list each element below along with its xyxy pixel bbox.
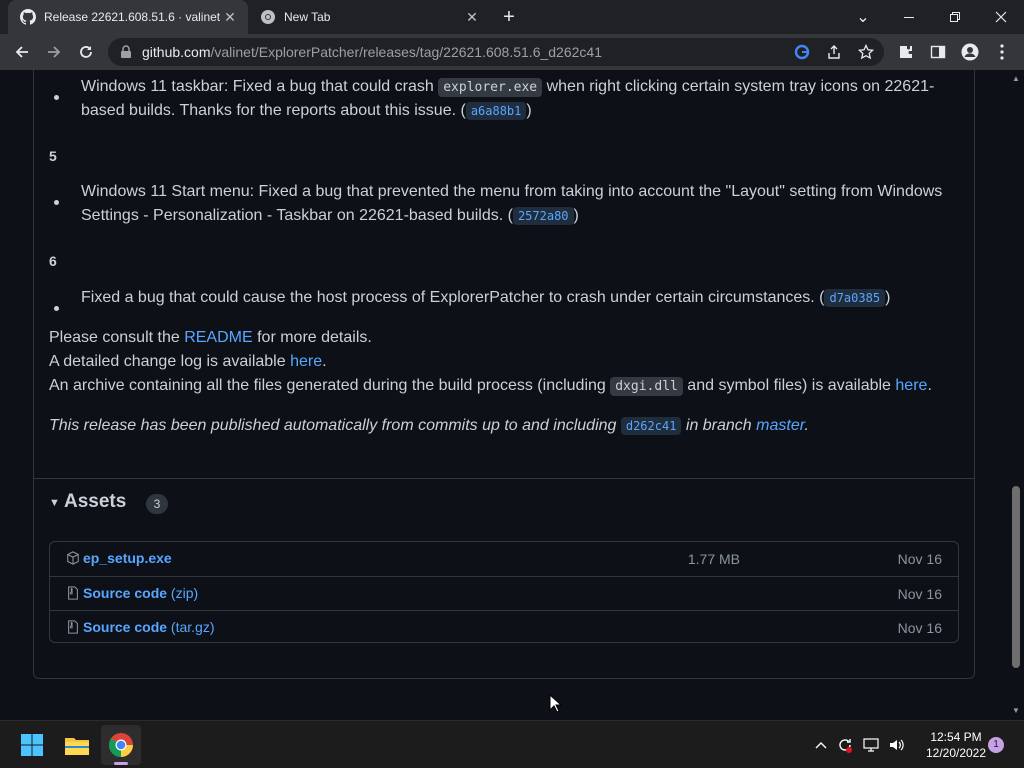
side-panel-icon[interactable]	[924, 38, 952, 66]
bullet	[54, 95, 59, 100]
file-zip-icon	[68, 620, 78, 634]
page-content: Windows 11 taskbar: Fixed a bug that cou…	[0, 70, 1008, 720]
caret-down-icon[interactable]: ▼	[49, 497, 60, 509]
tab-search-icon[interactable]: ⌄	[840, 0, 886, 34]
lock-icon[interactable]	[120, 45, 132, 59]
clock-date: 12/20/2022	[925, 746, 987, 760]
asset-link[interactable]: Source code (zip)	[83, 585, 198, 601]
release-note-item: Windows 11 taskbar: Fixed a bug that cou…	[81, 78, 935, 97]
commit-link[interactable]: d262c41	[620, 417, 682, 435]
windows-taskbar: 12:54 PM 12/20/2022 1	[0, 720, 1024, 768]
bookmark-star-icon[interactable]	[856, 42, 876, 62]
close-icon[interactable]: ✕	[462, 7, 482, 27]
archive-link[interactable]: here	[895, 377, 927, 394]
asset-size: 1.77 MB	[687, 551, 740, 567]
system-clock[interactable]: 12:54 PM 12/20/2022	[916, 729, 996, 761]
commit-link[interactable]: 2572a80	[512, 207, 574, 225]
page-scrollbar[interactable]: ▲ ▼	[1008, 70, 1024, 720]
reload-icon[interactable]	[72, 38, 100, 66]
scrollbar-thumb[interactable]	[1012, 486, 1020, 668]
tab-title: Release 22621.608.51.6 · valinet/E	[44, 10, 220, 24]
assets-count-badge: 3	[146, 494, 168, 514]
code-dxgi-dll: dxgi.dll	[610, 377, 683, 396]
release-card: Windows 11 taskbar: Fixed a bug that cou…	[33, 70, 975, 679]
active-indicator	[114, 762, 128, 765]
address-bar[interactable]: github.com/valinet/ExplorerPatcher/relea…	[108, 38, 884, 66]
tab-release[interactable]: Release 22621.608.51.6 · valinet/E ✕	[8, 0, 248, 34]
volume-icon[interactable]	[888, 736, 906, 754]
tab-strip: Release 22621.608.51.6 · valinet/E ✕ New…	[0, 0, 1024, 34]
file-zip-icon	[68, 586, 78, 600]
tab-new-tab[interactable]: New Tab ✕	[250, 0, 490, 34]
update-sync-icon[interactable]	[836, 736, 854, 754]
asset-link[interactable]: ep_setup.exe	[83, 550, 172, 566]
windows-start-icon[interactable]	[12, 725, 52, 765]
restore-icon[interactable]	[932, 0, 978, 34]
readme-text: Please consult the README for more detai…	[49, 329, 372, 346]
clock-time: 12:54 PM	[930, 730, 982, 744]
scroll-up-icon[interactable]: ▲	[1012, 75, 1020, 83]
asset-link[interactable]: Source code (tar.gz)	[83, 619, 215, 635]
notification-badge[interactable]: 1	[988, 737, 1004, 753]
changelog-link[interactable]: here	[290, 353, 322, 370]
asset-row: Source code (zip) Nov 16	[50, 576, 958, 610]
forward-icon[interactable]	[40, 38, 68, 66]
github-icon	[20, 9, 36, 25]
google-lens-icon[interactable]	[792, 42, 812, 62]
package-icon	[67, 551, 79, 565]
changelog-text: A detailed change log is available here.	[49, 353, 327, 370]
release-note-item: Fixed a bug that could cause the host pr…	[81, 289, 891, 307]
chevron-up-icon[interactable]	[812, 736, 830, 754]
asset-date: Nov 16	[897, 551, 942, 567]
archive-text: An archive containing all the files gene…	[49, 377, 932, 396]
commit-link[interactable]: d7a0385	[824, 289, 886, 307]
chrome-icon	[261, 10, 275, 24]
bullet	[54, 200, 59, 205]
window-close-icon[interactable]	[978, 0, 1024, 34]
network-icon[interactable]	[863, 736, 881, 754]
assets-list: ep_setup.exe 1.77 MB Nov 16 Source code …	[49, 541, 959, 643]
close-icon[interactable]: ✕	[220, 7, 240, 27]
section-heading-6: 6	[49, 253, 57, 269]
assets-heading[interactable]: Assets	[64, 491, 126, 513]
asset-date: Nov 16	[897, 586, 942, 602]
scroll-down-icon[interactable]: ▼	[1012, 707, 1020, 715]
asset-row: ep_setup.exe 1.77 MB Nov 16	[50, 542, 958, 576]
release-note-item-line2: based builds. Thanks for the reports abo…	[81, 102, 532, 120]
file-explorer-icon[interactable]	[57, 725, 97, 765]
asset-row: Source code (tar.gz) Nov 16	[50, 610, 958, 644]
browser-toolbar: github.com/valinet/ExplorerPatcher/relea…	[0, 34, 1024, 70]
branch-link[interactable]: master	[756, 417, 804, 434]
section-heading-5: 5	[49, 148, 57, 164]
profile-icon[interactable]	[956, 38, 984, 66]
bullet	[54, 306, 59, 311]
tab-title: New Tab	[284, 10, 331, 24]
code-explorer-exe: explorer.exe	[438, 78, 543, 97]
extensions-icon[interactable]	[892, 38, 920, 66]
readme-link[interactable]: README	[184, 329, 252, 346]
divider	[34, 478, 974, 479]
release-note-item: Windows 11 Start menu: Fixed a bug that …	[81, 183, 943, 200]
release-note-item-line2: Settings - Personalization - Taskbar on …	[81, 207, 579, 225]
new-tab-button[interactable]: +	[498, 6, 520, 28]
menu-kebab-icon[interactable]	[988, 38, 1016, 66]
minimize-icon[interactable]	[886, 0, 932, 34]
url-text[interactable]: github.com/valinet/ExplorerPatcher/relea…	[142, 44, 602, 60]
published-text: This release has been published automati…	[49, 417, 809, 435]
asset-date: Nov 16	[897, 620, 942, 636]
mouse-cursor-icon	[549, 694, 561, 713]
share-icon[interactable]	[824, 42, 844, 62]
back-icon[interactable]	[8, 38, 36, 66]
chrome-taskbar-icon[interactable]	[101, 725, 141, 765]
commit-link[interactable]: a6a88b1	[465, 102, 527, 120]
